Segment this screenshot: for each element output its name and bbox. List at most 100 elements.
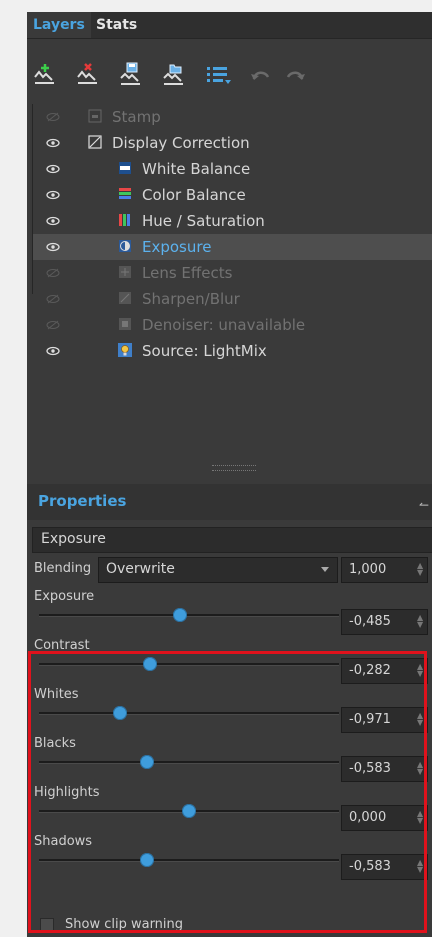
slider-track: [39, 712, 339, 715]
hue-saturation-icon: [119, 214, 130, 226]
param-label: Exposure: [34, 589, 95, 604]
param-value: -0,282: [349, 663, 391, 678]
spinner-icon[interactable]: ▲ ▼: [417, 712, 423, 727]
param-value-field[interactable]: -0,583 ▲ ▼: [341, 756, 428, 782]
param-value: -0,971: [349, 712, 391, 727]
blending-opacity-field[interactable]: 1,000 ▲ ▼: [341, 557, 428, 583]
eye-icon[interactable]: [46, 346, 60, 356]
slider-knob[interactable]: [140, 755, 154, 769]
eye-icon[interactable]: [46, 138, 60, 148]
param-value-field[interactable]: -0,485 ▲ ▼: [341, 609, 428, 635]
param-slider[interactable]: [39, 853, 339, 867]
param-slider[interactable]: [39, 755, 339, 769]
layer-row[interactable]: Sharpen/Blur: [33, 286, 432, 312]
param-slider[interactable]: [39, 608, 339, 622]
add-layer-button[interactable]: [32, 62, 62, 88]
layer-menu-icon: [207, 67, 231, 84]
layer-row[interactable]: Hue / Saturation: [33, 208, 432, 234]
layer-row[interactable]: Lens Effects: [33, 260, 432, 286]
save-layer-button[interactable]: [118, 62, 148, 88]
eye-off-icon[interactable]: [46, 320, 60, 330]
spinner-icon[interactable]: ▲ ▼: [417, 810, 423, 825]
spinner-icon[interactable]: ▲ ▼: [417, 663, 423, 678]
slider-knob[interactable]: [143, 657, 157, 671]
param-slider[interactable]: [39, 804, 339, 818]
layer-name: Stamp: [112, 108, 161, 126]
tab-bar: Layers Stats: [27, 12, 432, 39]
layer-row[interactable]: White Balance: [33, 156, 432, 182]
spinner-icon[interactable]: ▲ ▼: [417, 614, 423, 629]
layer-list: Stamp Display Correction White Balance Colo…: [32, 104, 432, 360]
layer-row[interactable]: Denoiser: unavailable: [33, 312, 432, 338]
layer-name: Hue / Saturation: [142, 212, 265, 230]
chevron-down-icon: [321, 567, 329, 572]
pin-icon[interactable]: ↼: [419, 498, 429, 512]
param-slider[interactable]: [39, 657, 339, 671]
layer-name: Display Correction: [112, 134, 250, 152]
param-value: 0,000: [349, 810, 387, 825]
properties-title: Properties: [38, 492, 127, 510]
slider-track: [39, 614, 339, 617]
slider-knob[interactable]: [182, 804, 196, 818]
exposure-icon: [119, 240, 131, 252]
blending-mode-dropdown[interactable]: Overwrite: [98, 557, 338, 583]
param-label: Blacks: [34, 736, 76, 751]
slider-track: [39, 761, 339, 764]
param-value: -0,485: [349, 614, 391, 629]
tab-layers[interactable]: Layers: [27, 12, 91, 38]
layers-toolbar: [27, 40, 432, 102]
param-value-field[interactable]: -0,971 ▲ ▼: [341, 707, 428, 733]
layer-name: Lens Effects: [142, 264, 233, 282]
denoiser-icon: [119, 318, 131, 330]
param-value-field[interactable]: -0,282 ▲ ▼: [341, 658, 428, 684]
slider-knob[interactable]: [173, 608, 187, 622]
layer-name: Source: LightMix: [142, 342, 267, 360]
save-layer-icon: [120, 62, 140, 85]
spinner-icon[interactable]: ▲ ▼: [417, 859, 423, 874]
redo-icon: [286, 71, 305, 80]
layer-name: Exposure: [142, 238, 212, 256]
layer-name: Color Balance: [142, 186, 246, 204]
layer-row[interactable]: Source: LightMix: [33, 338, 432, 364]
param-value-field[interactable]: 0,000 ▲ ▼: [341, 805, 428, 831]
tab-stats[interactable]: Stats: [90, 12, 143, 38]
blending-opacity-value: 1,000: [349, 562, 387, 577]
sharpen-icon: [119, 292, 131, 304]
layer-row[interactable]: Stamp: [33, 104, 432, 130]
load-layer-button[interactable]: [161, 62, 191, 88]
layer-name: Sharpen/Blur: [142, 290, 240, 308]
layer-row[interactable]: Exposure: [33, 234, 432, 260]
spinner-icon[interactable]: ▲ ▼: [417, 761, 423, 776]
eye-icon[interactable]: [46, 190, 60, 200]
eye-off-icon[interactable]: [46, 268, 60, 278]
lightmix-icon: [118, 343, 132, 357]
blending-label: Blending: [34, 561, 92, 576]
app-panel: Layers Stats Stamp Display Correction Wh…: [27, 12, 432, 937]
eye-icon[interactable]: [46, 242, 60, 252]
eye-off-icon[interactable]: [46, 294, 60, 304]
properties-header: Properties ↼: [27, 484, 432, 520]
curve-icon: [88, 135, 102, 149]
show-clip-warning-checkbox[interactable]: [40, 918, 54, 932]
eye-icon[interactable]: [46, 164, 60, 174]
spinner-icon[interactable]: ▲ ▼: [417, 562, 423, 577]
param-value: -0,583: [349, 761, 391, 776]
param-value-field[interactable]: -0,583 ▲ ▼: [341, 854, 428, 880]
selected-layer-name: Exposure: [41, 531, 106, 547]
redo-button[interactable]: [281, 62, 311, 88]
delete-layer-button[interactable]: [75, 62, 105, 88]
param-slider[interactable]: [39, 706, 339, 720]
layer-menu-button[interactable]: [205, 62, 235, 88]
slider-knob[interactable]: [140, 853, 154, 867]
eye-icon[interactable]: [46, 216, 60, 226]
load-layer-icon: [163, 64, 183, 85]
slider-knob[interactable]: [113, 706, 127, 720]
param-label: Contrast: [34, 638, 90, 653]
undo-button[interactable]: [247, 62, 277, 88]
lens-effects-icon: [119, 266, 131, 278]
eye-off-icon[interactable]: [46, 112, 60, 122]
layer-row[interactable]: Color Balance: [33, 182, 432, 208]
layer-row[interactable]: Display Correction: [33, 130, 432, 156]
param-label: Highlights: [34, 785, 100, 800]
panel-splitter[interactable]: [212, 465, 256, 471]
